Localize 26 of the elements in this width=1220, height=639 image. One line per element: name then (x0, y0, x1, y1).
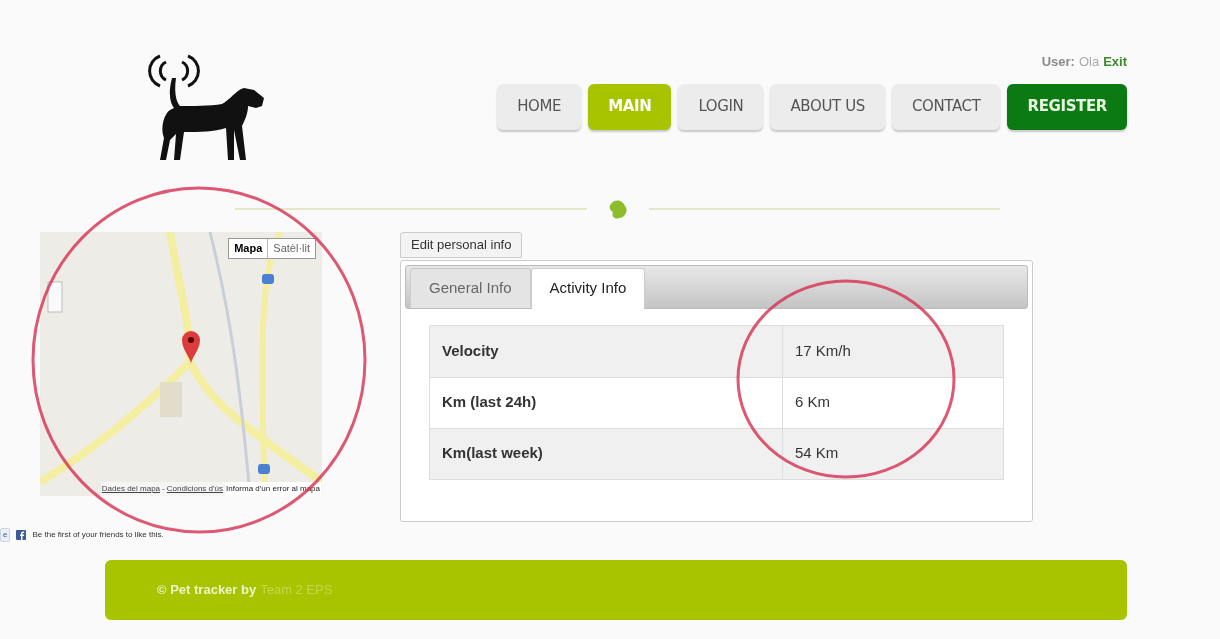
copyright-text: © Pet tracker by (157, 581, 257, 600)
map-type-button[interactable]: Mapa (229, 239, 268, 258)
table-cell-text: Km(last week) (441, 443, 544, 464)
tab[interactable]: General Info (410, 267, 531, 308)
table-cell-text: Velocity (441, 340, 500, 361)
like-button[interactable]: e (0, 528, 11, 542)
nav-button[interactable]: CONTACT (891, 83, 1001, 130)
nav-button[interactable]: REGISTER (1007, 83, 1127, 130)
map-data-link[interactable]: Dades del mapa (101, 483, 161, 495)
table-cell: 17 Km/h (782, 325, 1003, 377)
table-cell: 54 Km (782, 428, 1003, 479)
user-label: User: (1041, 53, 1075, 71)
tab[interactable]: Activity Info (530, 267, 646, 309)
like-text: Be the first of your friends to like this. (32, 529, 164, 541)
facebook-icon (16, 530, 27, 540)
table-cell: 6 Km (782, 377, 1003, 428)
nav-button[interactable]: LOGIN (678, 83, 764, 130)
user-name: Ola (1078, 53, 1100, 71)
table-cell-text: Km (last 24h) (441, 392, 538, 413)
separator: - (162, 483, 165, 495)
nav-button[interactable]: HOME (497, 83, 582, 130)
terms-link[interactable]: Condicions d'ús (166, 483, 223, 495)
map-type-button[interactable]: Satèl·lit (267, 239, 315, 258)
exit-link[interactable]: Exit (1103, 52, 1127, 72)
nav-button[interactable]: ABOUT US (770, 83, 885, 130)
edit-info-button[interactable]: Edit personal info (400, 232, 523, 258)
